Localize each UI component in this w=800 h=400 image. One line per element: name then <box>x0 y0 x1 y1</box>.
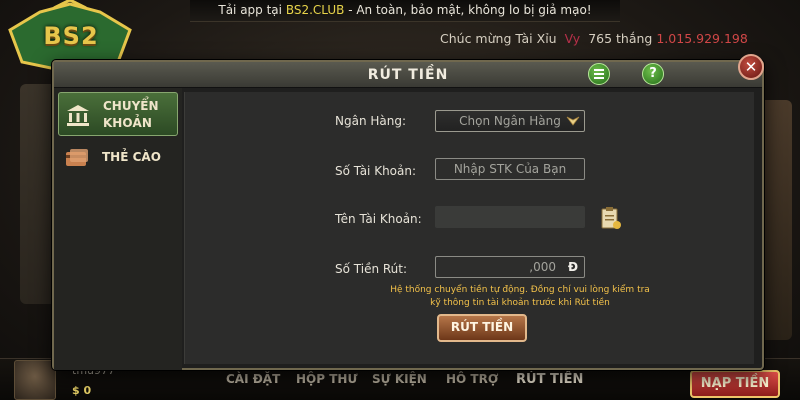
help-icon: ? <box>649 66 657 81</box>
deposit-button[interactable]: NẠP TIỀN <box>690 370 780 398</box>
currency-symbol: Đ <box>567 260 578 274</box>
banner-prefix: Tải app tại <box>218 3 286 17</box>
withdraw-modal: RÚT TIỀN ? ✕ CHUYỂN KHOẢN THẺ CÀO Ngân H… <box>52 54 764 370</box>
bank-icon <box>67 105 89 126</box>
modal-header: RÚT TIỀN ? <box>54 62 762 88</box>
avatar[interactable] <box>14 360 56 400</box>
marquee-winner: Vy <box>564 31 581 46</box>
amount-input[interactable]: ,000 Đ <box>435 256 585 278</box>
help-button[interactable]: ? <box>642 63 664 85</box>
nav-settings[interactable]: CÀI ĐẶT <box>226 372 280 386</box>
account-name-label: Tên Tài Khoản: <box>335 212 422 226</box>
bank-select[interactable]: Chọn Ngân Hàng <box>435 110 585 132</box>
submit-withdraw-button[interactable]: RÚT TIỀN <box>437 314 527 342</box>
account-number-label: Số Tài Khoản: <box>335 164 417 178</box>
banner-site: BS2.CLUB <box>285 3 345 17</box>
amount-label: Số Tiền Rút: <box>335 262 408 276</box>
tab-bank-transfer-line2: KHOẢN <box>103 116 152 130</box>
withdraw-form: Ngân Hàng: Chọn Ngân Hàng Số Tài Khoản: … <box>184 92 754 364</box>
banner-suffix: - An toàn, bảo mật, không lo bị giả mạo! <box>344 3 592 17</box>
clipboard-icon[interactable] <box>600 206 622 230</box>
card-icon <box>66 149 88 166</box>
nav-support[interactable]: HỖ TRỢ <box>446 372 498 386</box>
bank-label: Ngân Hàng: <box>335 114 407 128</box>
tab-scratch-card[interactable]: THẺ CÀO <box>58 136 178 180</box>
close-icon: ✕ <box>744 58 758 76</box>
win-marquee: Chúc mừng Tài Xỉu Vy 765 thắng 1.015.929… <box>440 28 800 50</box>
notice-line-2: kỹ thông tin tài khoản trước khi Rút tiề… <box>430 298 610 308</box>
chevron-down-icon <box>566 116 580 126</box>
close-button[interactable]: ✕ <box>738 54 764 80</box>
top-banner: Tải app tại BS2.CLUB - An toàn, bảo mật,… <box>190 0 620 22</box>
nav-withdraw[interactable]: RÚT TIỀN <box>516 372 583 387</box>
user-balance: $ 0 <box>72 384 91 397</box>
bank-select-value: Chọn Ngân Hàng <box>459 114 561 128</box>
nav-events[interactable]: SỰ KIỆN <box>372 372 427 386</box>
account-number-placeholder: Nhập STK Của Bạn <box>453 162 567 176</box>
method-sidebar: CHUYỂN KHOẢN THẺ CÀO <box>54 88 182 370</box>
marquee-amount: 1.015.929.198 <box>656 31 748 46</box>
amount-value: ,000 <box>529 260 556 274</box>
list-icon <box>594 69 604 79</box>
withdraw-notice: Hệ thống chuyển tiền tự động. Đồng chí v… <box>355 284 685 310</box>
tab-scratch-card-label: THẺ CÀO <box>102 150 161 164</box>
account-number-input[interactable]: Nhập STK Của Bạn <box>435 158 585 180</box>
logo-text: BS2 <box>43 22 99 50</box>
account-name-field <box>435 206 585 228</box>
tab-bank-transfer[interactable]: CHUYỂN KHOẢN <box>58 92 178 136</box>
marquee-verb: thắng <box>616 31 653 46</box>
balance-prefix: $ <box>72 384 80 397</box>
marquee-id: 765 <box>588 31 613 46</box>
marquee-prefix: Chúc mừng Tài Xỉu <box>440 31 557 46</box>
balance-value: 0 <box>83 384 92 397</box>
history-button[interactable] <box>588 63 610 85</box>
tab-bank-transfer-line1: CHUYỂN <box>103 99 159 113</box>
notice-line-1: Hệ thống chuyển tiền tự động. Đồng chí v… <box>390 285 650 295</box>
nav-mailbox[interactable]: HỘP THƯ <box>296 372 357 386</box>
